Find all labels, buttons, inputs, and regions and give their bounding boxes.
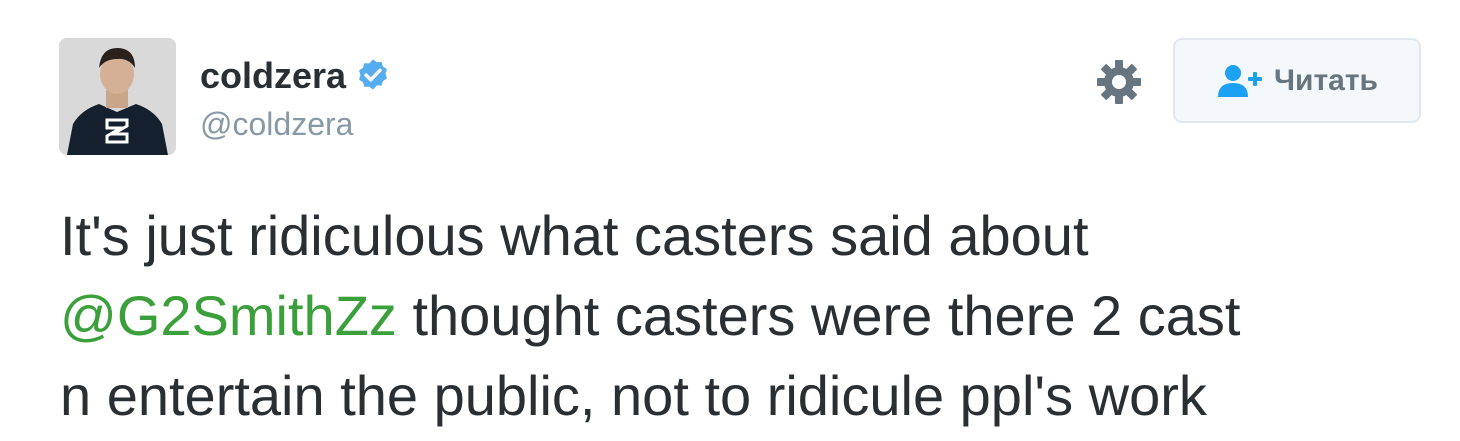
author-handle[interactable]: @coldzera: [200, 106, 353, 143]
tweet-card: coldzera @coldzera Читать It's just ridi…: [0, 0, 1460, 441]
author-display-name[interactable]: coldzera: [200, 55, 346, 97]
tweet-text: It's just ridiculous what casters said a…: [60, 196, 1440, 436]
verified-badge-icon: [354, 57, 392, 95]
author-name-row: coldzera: [200, 54, 392, 98]
gear-icon[interactable]: [1095, 58, 1143, 106]
follow-button[interactable]: Читать: [1173, 38, 1421, 123]
add-user-icon: [1216, 64, 1264, 98]
avatar-image: [59, 38, 176, 155]
tweet-text-line-2: thought casters were there 2 cast: [396, 284, 1241, 347]
avatar[interactable]: [59, 38, 176, 155]
follow-button-label: Читать: [1273, 63, 1379, 97]
mention-link[interactable]: @G2SmithZz: [60, 284, 397, 347]
tweet-text-line-3: n entertain the public, not to ridicule …: [60, 364, 1207, 427]
tweet-text-line-1: It's just ridiculous what casters said a…: [60, 204, 1089, 267]
